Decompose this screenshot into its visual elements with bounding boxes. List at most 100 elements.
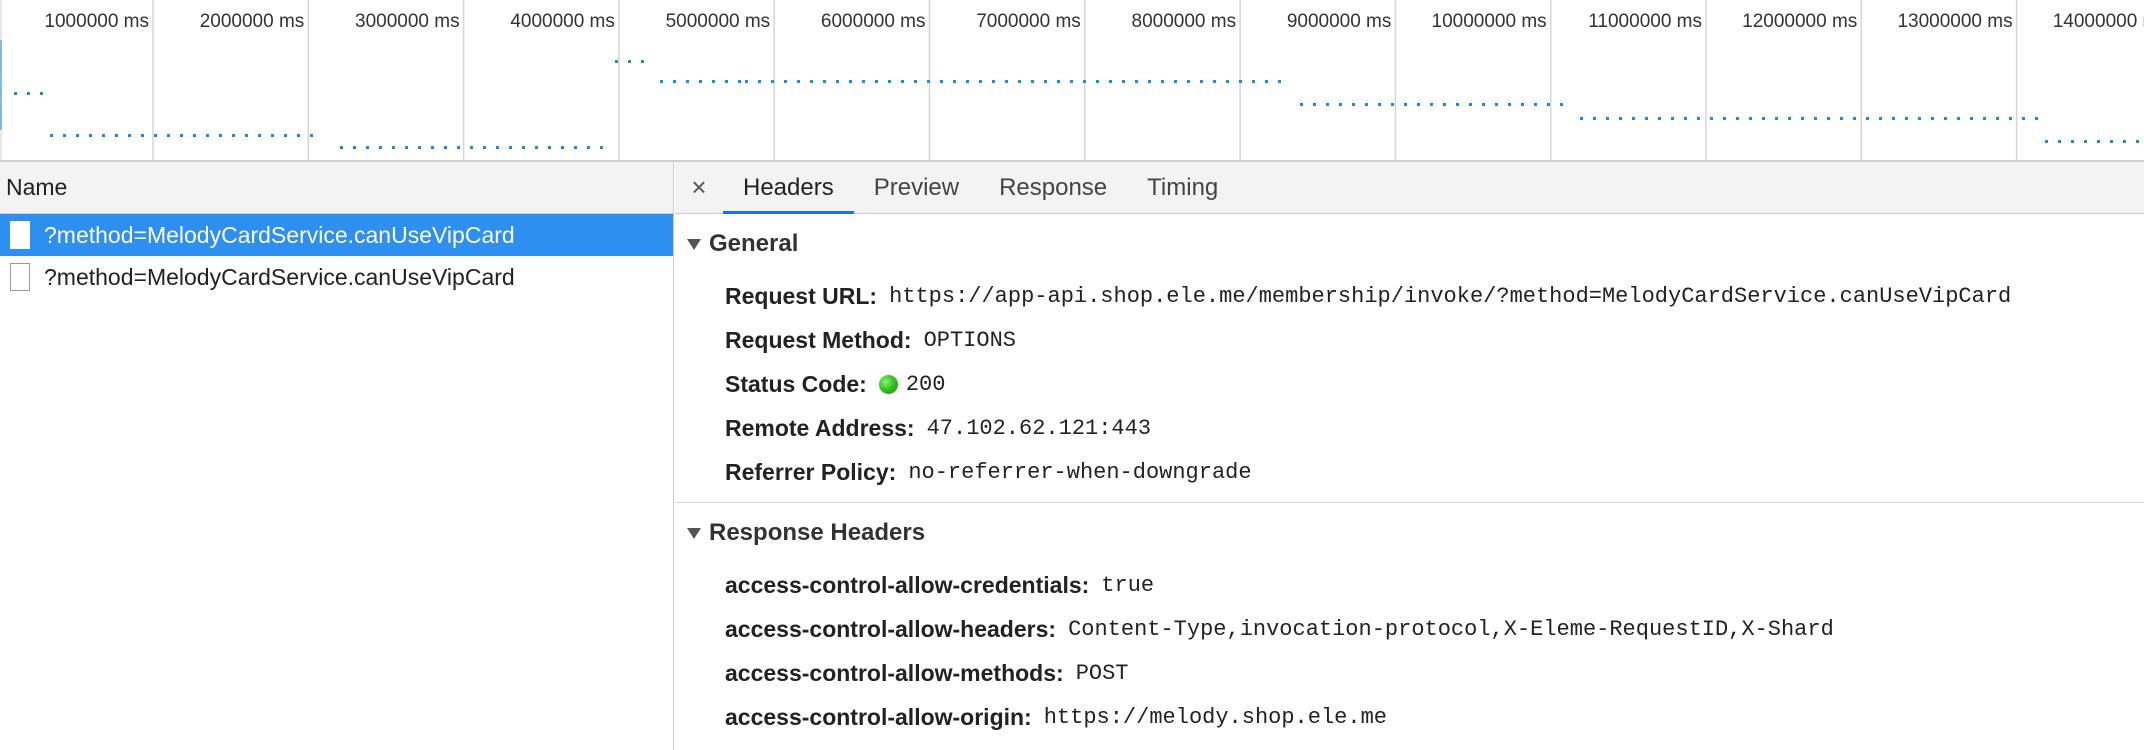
request-name: ?method=MelodyCardService.canUseVipCard	[44, 263, 515, 290]
timeline-request-dot	[1814, 117, 1817, 120]
timeline-request-dot	[167, 134, 170, 137]
close-icon[interactable]: ×	[675, 162, 723, 213]
header-value: https://app-api.shop.ele.me/membership/i…	[889, 283, 2012, 309]
timeline-request-dot	[405, 146, 408, 149]
timeline-request-dot	[1135, 80, 1138, 83]
timeline-request-dot	[940, 80, 943, 83]
timeline-request-dot	[1057, 80, 1060, 83]
timeline-request-dot	[1239, 80, 1242, 83]
timeline-request-dot	[1187, 80, 1190, 83]
timeline-request-dot	[2058, 140, 2061, 143]
timeline-request-dot	[496, 146, 499, 149]
timeline-request-dot	[1788, 117, 1791, 120]
timeline-request-dot	[2009, 117, 2012, 120]
response-headers-section-toggle[interactable]: Response Headers	[675, 503, 2144, 563]
timeline-request-dot	[76, 134, 79, 137]
timeline-tick-label: 7000000 ms	[976, 11, 1081, 32]
timeline-request-dot	[418, 146, 421, 149]
header-value: POST	[1075, 660, 1129, 686]
timeline-request-dot	[992, 80, 995, 83]
timeline-tick-label: 5000000 ms	[666, 11, 771, 32]
response-header-row: access-control-allow-methods: POST	[675, 651, 2144, 695]
tab-preview[interactable]: Preview	[854, 162, 979, 213]
timeline-request-dot	[1326, 103, 1329, 106]
section-title: General	[709, 230, 799, 257]
timeline-request-dot	[2045, 140, 2048, 143]
timeline-request-dot	[1265, 80, 1268, 83]
header-value: true	[1101, 572, 1155, 598]
timeline-request-dot	[1443, 103, 1446, 106]
timeline-request-dot	[245, 134, 248, 137]
timeline-request-dot	[1879, 117, 1882, 120]
timeline-request-dot	[14, 92, 17, 95]
request-name: ?method=MelodyCardService.canUseVipCard	[44, 221, 515, 248]
timeline-tick-label: 1000000 ms	[44, 11, 149, 32]
tab-label: Preview	[873, 173, 960, 201]
timeline-request-dot	[1352, 103, 1355, 106]
name-column-header[interactable]: Name	[0, 162, 674, 214]
timeline-request-dot	[1404, 103, 1407, 106]
timeline-request-dot	[1174, 80, 1177, 83]
timeline-request-dot	[340, 146, 343, 149]
tab-response[interactable]: Response	[979, 162, 1127, 213]
tab-headers[interactable]: Headers	[723, 162, 854, 214]
timeline-request-dot	[63, 134, 66, 137]
timeline-request-dot	[2110, 140, 2113, 143]
timeline-tick-label: 11000000 ms	[1588, 11, 1702, 32]
header-row-referrer-policy: Referrer Policy: no-referrer-when-downgr…	[675, 450, 2144, 494]
header-key: Request Method:	[725, 326, 912, 353]
timeline-tick-label: 6000000 ms	[821, 11, 926, 32]
timeline-request-dot	[1300, 103, 1303, 106]
timeline-request-dot	[1918, 117, 1921, 120]
timeline-request-dot	[862, 80, 865, 83]
document-icon	[10, 263, 30, 291]
timeline-request-dot	[849, 80, 852, 83]
timeline-request-dot	[1645, 117, 1648, 120]
timeline-request-dot	[1983, 117, 1986, 120]
header-value: 47.102.62.121:443	[926, 415, 1152, 441]
header-key: access-control-allow-headers:	[725, 615, 1057, 642]
timeline-request-dot	[1226, 80, 1229, 83]
header-row-request-method: Request Method: OPTIONS	[675, 318, 2144, 362]
timeline-request-dot	[509, 146, 512, 149]
timeline-request-dot	[1697, 117, 1700, 120]
timeline-request-dot	[1827, 117, 1830, 120]
tab-timing[interactable]: Timing	[1127, 162, 1238, 213]
details-tabbar: × Headers Preview Response Timing	[675, 162, 2144, 214]
tab-label: Response	[999, 173, 1108, 201]
timeline-request-dot	[979, 80, 982, 83]
general-section-toggle[interactable]: General	[675, 214, 2144, 274]
header-row-status-code: Status Code: 200	[675, 362, 2144, 406]
timeline-request-dot	[615, 60, 618, 63]
header-value: no-referrer-when-downgrade	[908, 459, 1252, 485]
timeline-request-dot	[1161, 80, 1164, 83]
request-row[interactable]: ?method=MelodyCardService.canUseVipCard	[0, 214, 673, 256]
header-value: 200	[905, 371, 946, 397]
timeline-chart[interactable]: 1000000 ms 2000000 ms 3000000 ms 4000000 ms…	[0, 0, 2144, 160]
timeline-request-dot	[1560, 103, 1563, 106]
section-title: Response Headers	[709, 519, 926, 546]
timeline-request-dot	[1905, 117, 1908, 120]
timeline-request-dot	[797, 80, 800, 83]
header-key: Referrer Policy:	[725, 458, 897, 485]
timeline-request-dot	[888, 80, 891, 83]
timeline-overview[interactable]: 1000000 ms 2000000 ms 3000000 ms 4000000 ms…	[0, 0, 2144, 162]
request-row[interactable]: ?method=MelodyCardService.canUseVipCard	[0, 256, 673, 298]
timeline-request-dot	[206, 134, 209, 137]
timeline-request-dot	[470, 146, 473, 149]
timeline-tick-label: 13000000 ms	[1897, 11, 2012, 32]
timeline-request-dot	[836, 80, 839, 83]
timeline-request-dot	[914, 80, 917, 83]
response-header-row: access-control-allow-origin: https://mel…	[675, 695, 2144, 739]
timeline-request-dot	[1508, 103, 1511, 106]
timeline-request-dot	[232, 134, 235, 137]
name-column-label: Name	[6, 174, 68, 200]
timeline-request-dot	[745, 80, 748, 83]
timeline-request-dot	[1970, 117, 1973, 120]
timeline-request-dot	[1200, 80, 1203, 83]
header-key: Request URL:	[725, 282, 878, 309]
timeline-request-dot	[699, 80, 702, 83]
request-list: ?method=MelodyCardService.canUseVipCard …	[0, 214, 674, 750]
expand-triangle-icon	[687, 527, 701, 539]
timeline-request-dot	[1606, 117, 1609, 120]
